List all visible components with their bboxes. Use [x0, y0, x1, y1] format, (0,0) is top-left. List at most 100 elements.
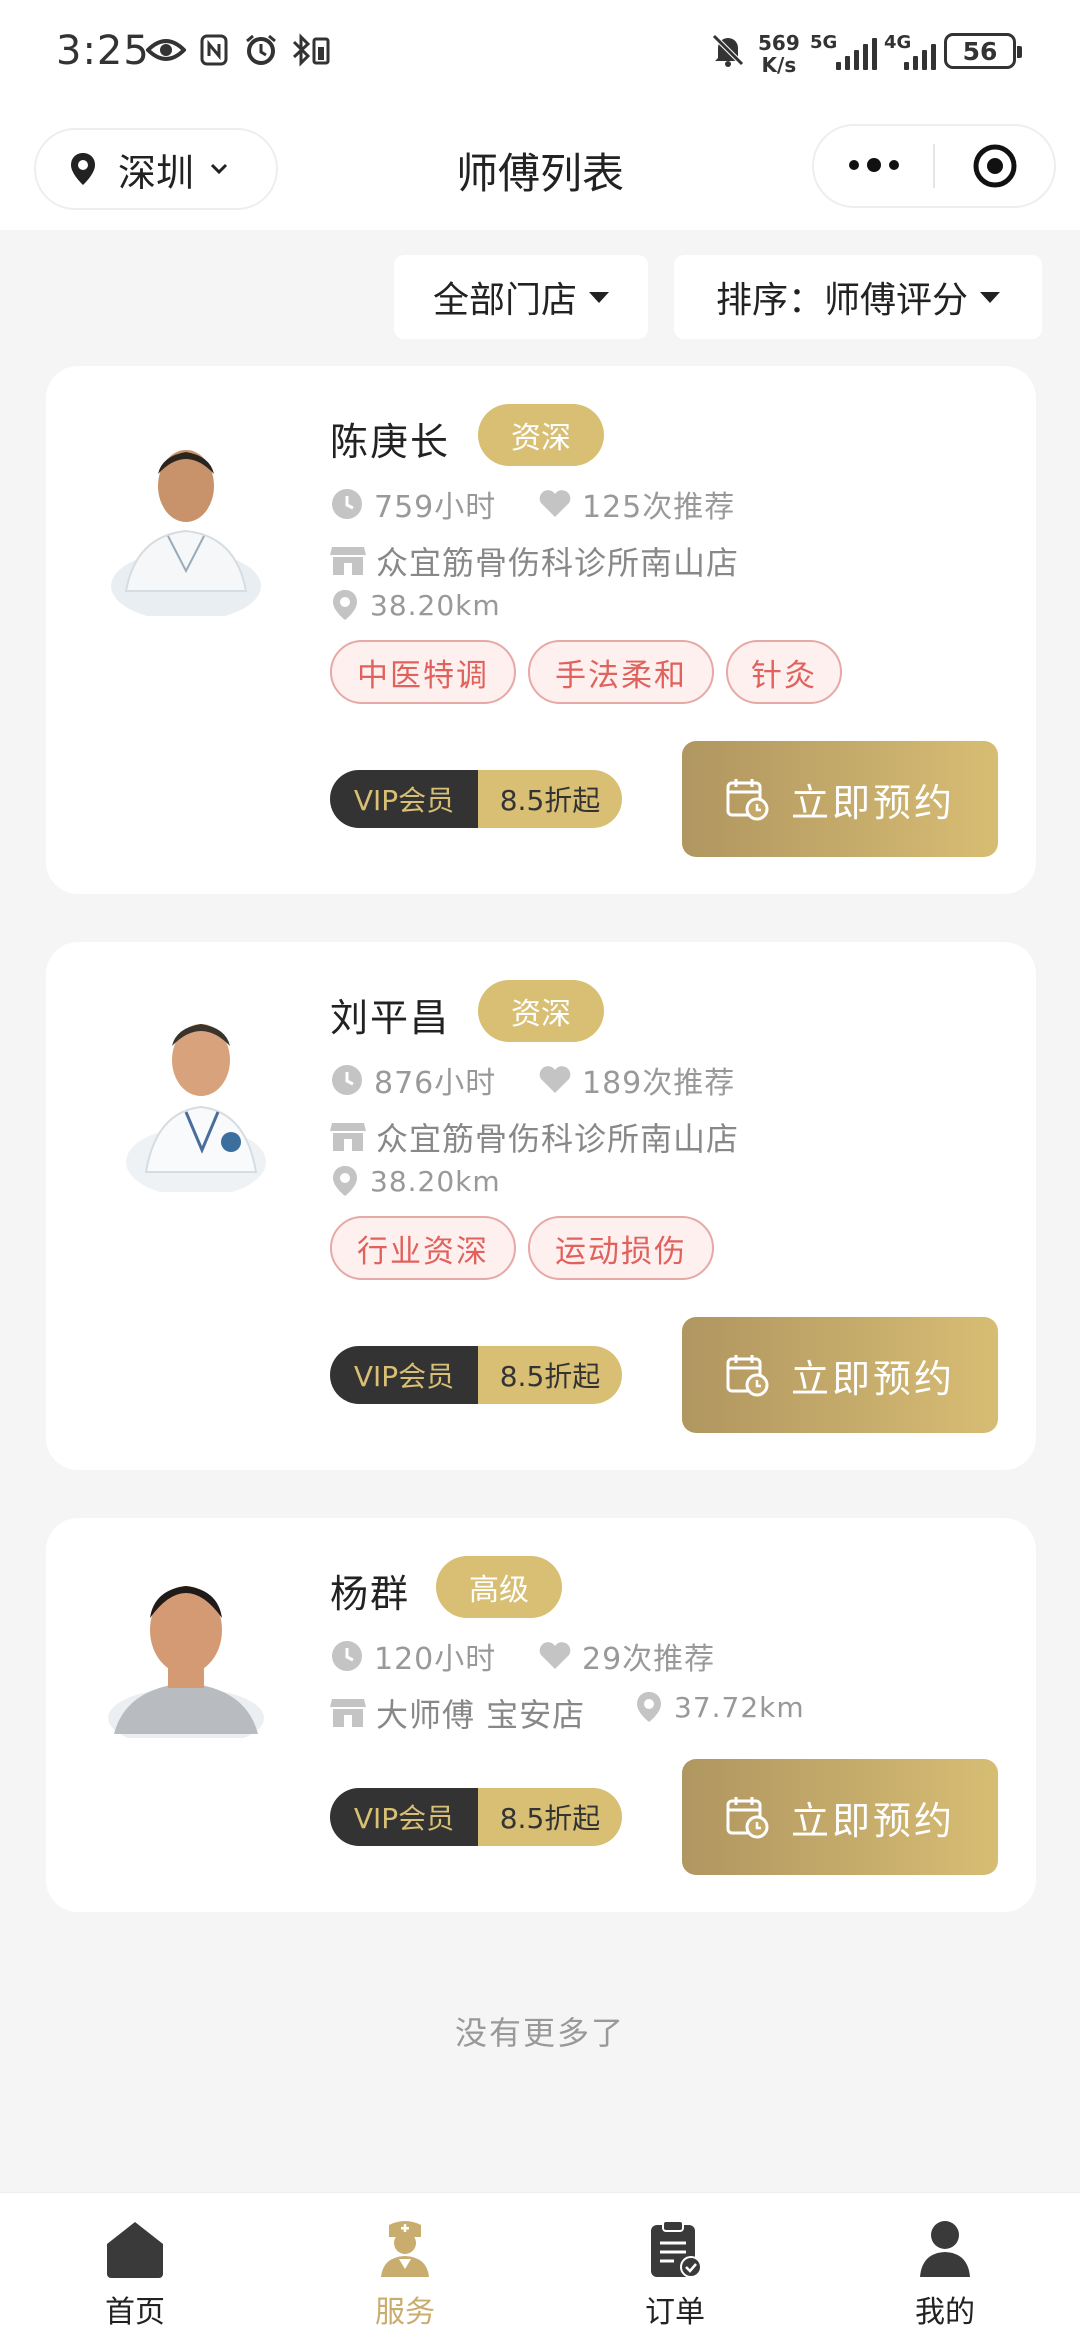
recommend-stat: 29次推荐	[538, 1634, 715, 1678]
tab-service[interactable]: 服务	[270, 2193, 540, 2340]
tab-mine[interactable]: 我的	[810, 2193, 1080, 2340]
tab-mine-label: 我的	[915, 2295, 975, 2330]
discount-label: 8.5折起	[478, 1346, 622, 1404]
recommend-text: 125次推荐	[582, 490, 736, 525]
level-badge: 资深	[478, 980, 604, 1042]
master-card[interactable]: 杨群 高级 120小时 29次推荐 大师傅 宝安店 37.72km VIP会员 …	[46, 1518, 1036, 1912]
bluetooth-battery-icon	[290, 30, 332, 70]
sort-label: 排序：师傅评分	[715, 280, 968, 321]
discount-label: 8.5折起	[478, 1788, 622, 1846]
store-name: 众宜筋骨伤科诊所南山店	[376, 544, 740, 582]
clock-icon	[332, 489, 362, 519]
signal-bars-icon	[904, 38, 936, 70]
distance-text: 38.20km	[370, 1164, 501, 1198]
heart-icon	[539, 1066, 571, 1093]
store-icon	[330, 1699, 366, 1727]
master-card[interactable]: 陈庚长 资深 759小时 125次推荐 众宜筋骨伤科诊所南山店 38.20km …	[46, 366, 1036, 894]
home-icon	[105, 2219, 165, 2279]
distance-info: 38.20km	[330, 588, 501, 622]
calendar-clock-icon	[726, 1797, 769, 1839]
location-pin-icon	[333, 1166, 357, 1196]
book-now-button[interactable]: 立即预约	[682, 1317, 998, 1433]
status-bar: 3:25 569 K/s 5G 4G 56	[0, 0, 1080, 110]
location-pin-icon	[333, 590, 357, 620]
vip-discount-badge: VIP会员 8.5折起	[330, 770, 622, 828]
clock-icon	[332, 1065, 362, 1095]
store-filter-dropdown[interactable]: 全部门店	[394, 255, 648, 339]
level-badge: 高级	[436, 1556, 562, 1618]
vip-label: VIP会员	[330, 770, 478, 828]
clipboard-icon	[645, 2219, 705, 2279]
heart-icon	[539, 1642, 571, 1669]
skill-tag: 行业资深	[330, 1216, 516, 1280]
clock-icon	[332, 1641, 362, 1671]
book-now-label: 立即预约	[790, 1356, 955, 1401]
master-card[interactable]: 刘平昌 资深 876小时 189次推荐 众宜筋骨伤科诊所南山店 38.20km …	[46, 942, 1036, 1470]
eye-icon	[146, 30, 186, 70]
tab-orders-label: 订单	[645, 2295, 705, 2330]
hours-text: 876小时	[374, 1066, 497, 1101]
store-icon	[330, 547, 366, 575]
skill-tag: 运动损伤	[528, 1216, 714, 1280]
master-name: 陈庚长	[330, 420, 451, 464]
heart-icon	[539, 490, 571, 517]
nurse-icon	[375, 2219, 435, 2279]
store-name: 大师傅 宝安店	[376, 1696, 586, 1734]
vip-label: VIP会员	[330, 1346, 478, 1404]
master-name: 刘平昌	[330, 996, 451, 1040]
bottom-tab-bar: 首页 服务 订单 我的	[0, 2192, 1080, 2340]
location-pin-icon	[637, 1692, 661, 1722]
distance-text: 37.72km	[674, 1690, 805, 1724]
recommend-text: 189次推荐	[582, 1066, 736, 1101]
miniprogram-capsule	[812, 124, 1056, 208]
hours-text: 759小时	[374, 490, 497, 525]
tab-home[interactable]: 首页	[0, 2193, 270, 2340]
recommend-stat: 125次推荐	[538, 482, 735, 526]
caret-down-icon	[980, 291, 1000, 303]
nfc-icon	[200, 30, 228, 70]
network-speed: 569 K/s	[758, 31, 800, 77]
level-badge: 资深	[478, 404, 604, 466]
vip-discount-badge: VIP会员 8.5折起	[330, 1788, 622, 1846]
recommend-text: 29次推荐	[582, 1642, 716, 1677]
user-icon	[915, 2219, 975, 2279]
master-avatar	[106, 972, 266, 1192]
mute-bell-icon	[710, 30, 746, 70]
master-avatar	[106, 396, 266, 616]
book-now-label: 立即预约	[790, 780, 955, 825]
store-info: 大师傅 宝安店	[330, 1690, 585, 1736]
recommend-stat: 189次推荐	[538, 1058, 735, 1102]
skill-tag: 手法柔和	[528, 640, 714, 704]
sort-dropdown[interactable]: 排序：师傅评分	[674, 255, 1042, 339]
vip-discount-badge: VIP会员 8.5折起	[330, 1346, 622, 1404]
store-filter-label: 全部门店	[432, 280, 577, 321]
signal-5g-label: 5G	[810, 32, 838, 53]
close-target-icon[interactable]	[935, 142, 1054, 190]
store-name: 众宜筋骨伤科诊所南山店	[376, 1120, 740, 1158]
battery-indicator: 56	[944, 33, 1022, 69]
caret-down-icon	[589, 291, 609, 303]
tab-orders[interactable]: 订单	[540, 2193, 810, 2340]
store-info: 众宜筋骨伤科诊所南山店	[330, 1114, 739, 1160]
master-name: 杨群	[330, 1572, 411, 1616]
calendar-clock-icon	[726, 1355, 769, 1397]
hours-stat: 120小时	[330, 1634, 496, 1678]
book-now-button[interactable]: 立即预约	[682, 741, 998, 857]
book-now-button[interactable]: 立即预约	[682, 1759, 998, 1875]
skill-tag: 中医特调	[330, 640, 516, 704]
tab-service-label: 服务	[375, 2295, 435, 2330]
distance-info: 38.20km	[330, 1164, 501, 1198]
calendar-clock-icon	[726, 779, 769, 821]
nav-header: 深圳 师傅列表	[0, 110, 1080, 230]
hours-stat: 876小时	[330, 1058, 496, 1102]
store-info: 众宜筋骨伤科诊所南山店	[330, 538, 739, 584]
master-avatar	[106, 1538, 266, 1738]
book-now-label: 立即预约	[790, 1798, 955, 1843]
hours-text: 120小时	[374, 1642, 497, 1677]
skill-tag: 针灸	[726, 640, 842, 704]
alarm-icon	[244, 30, 278, 70]
no-more-text: 没有更多了	[454, 2014, 625, 2052]
signal-bars-icon	[836, 38, 877, 70]
more-options-icon[interactable]	[814, 158, 933, 172]
discount-label: 8.5折起	[478, 770, 622, 828]
